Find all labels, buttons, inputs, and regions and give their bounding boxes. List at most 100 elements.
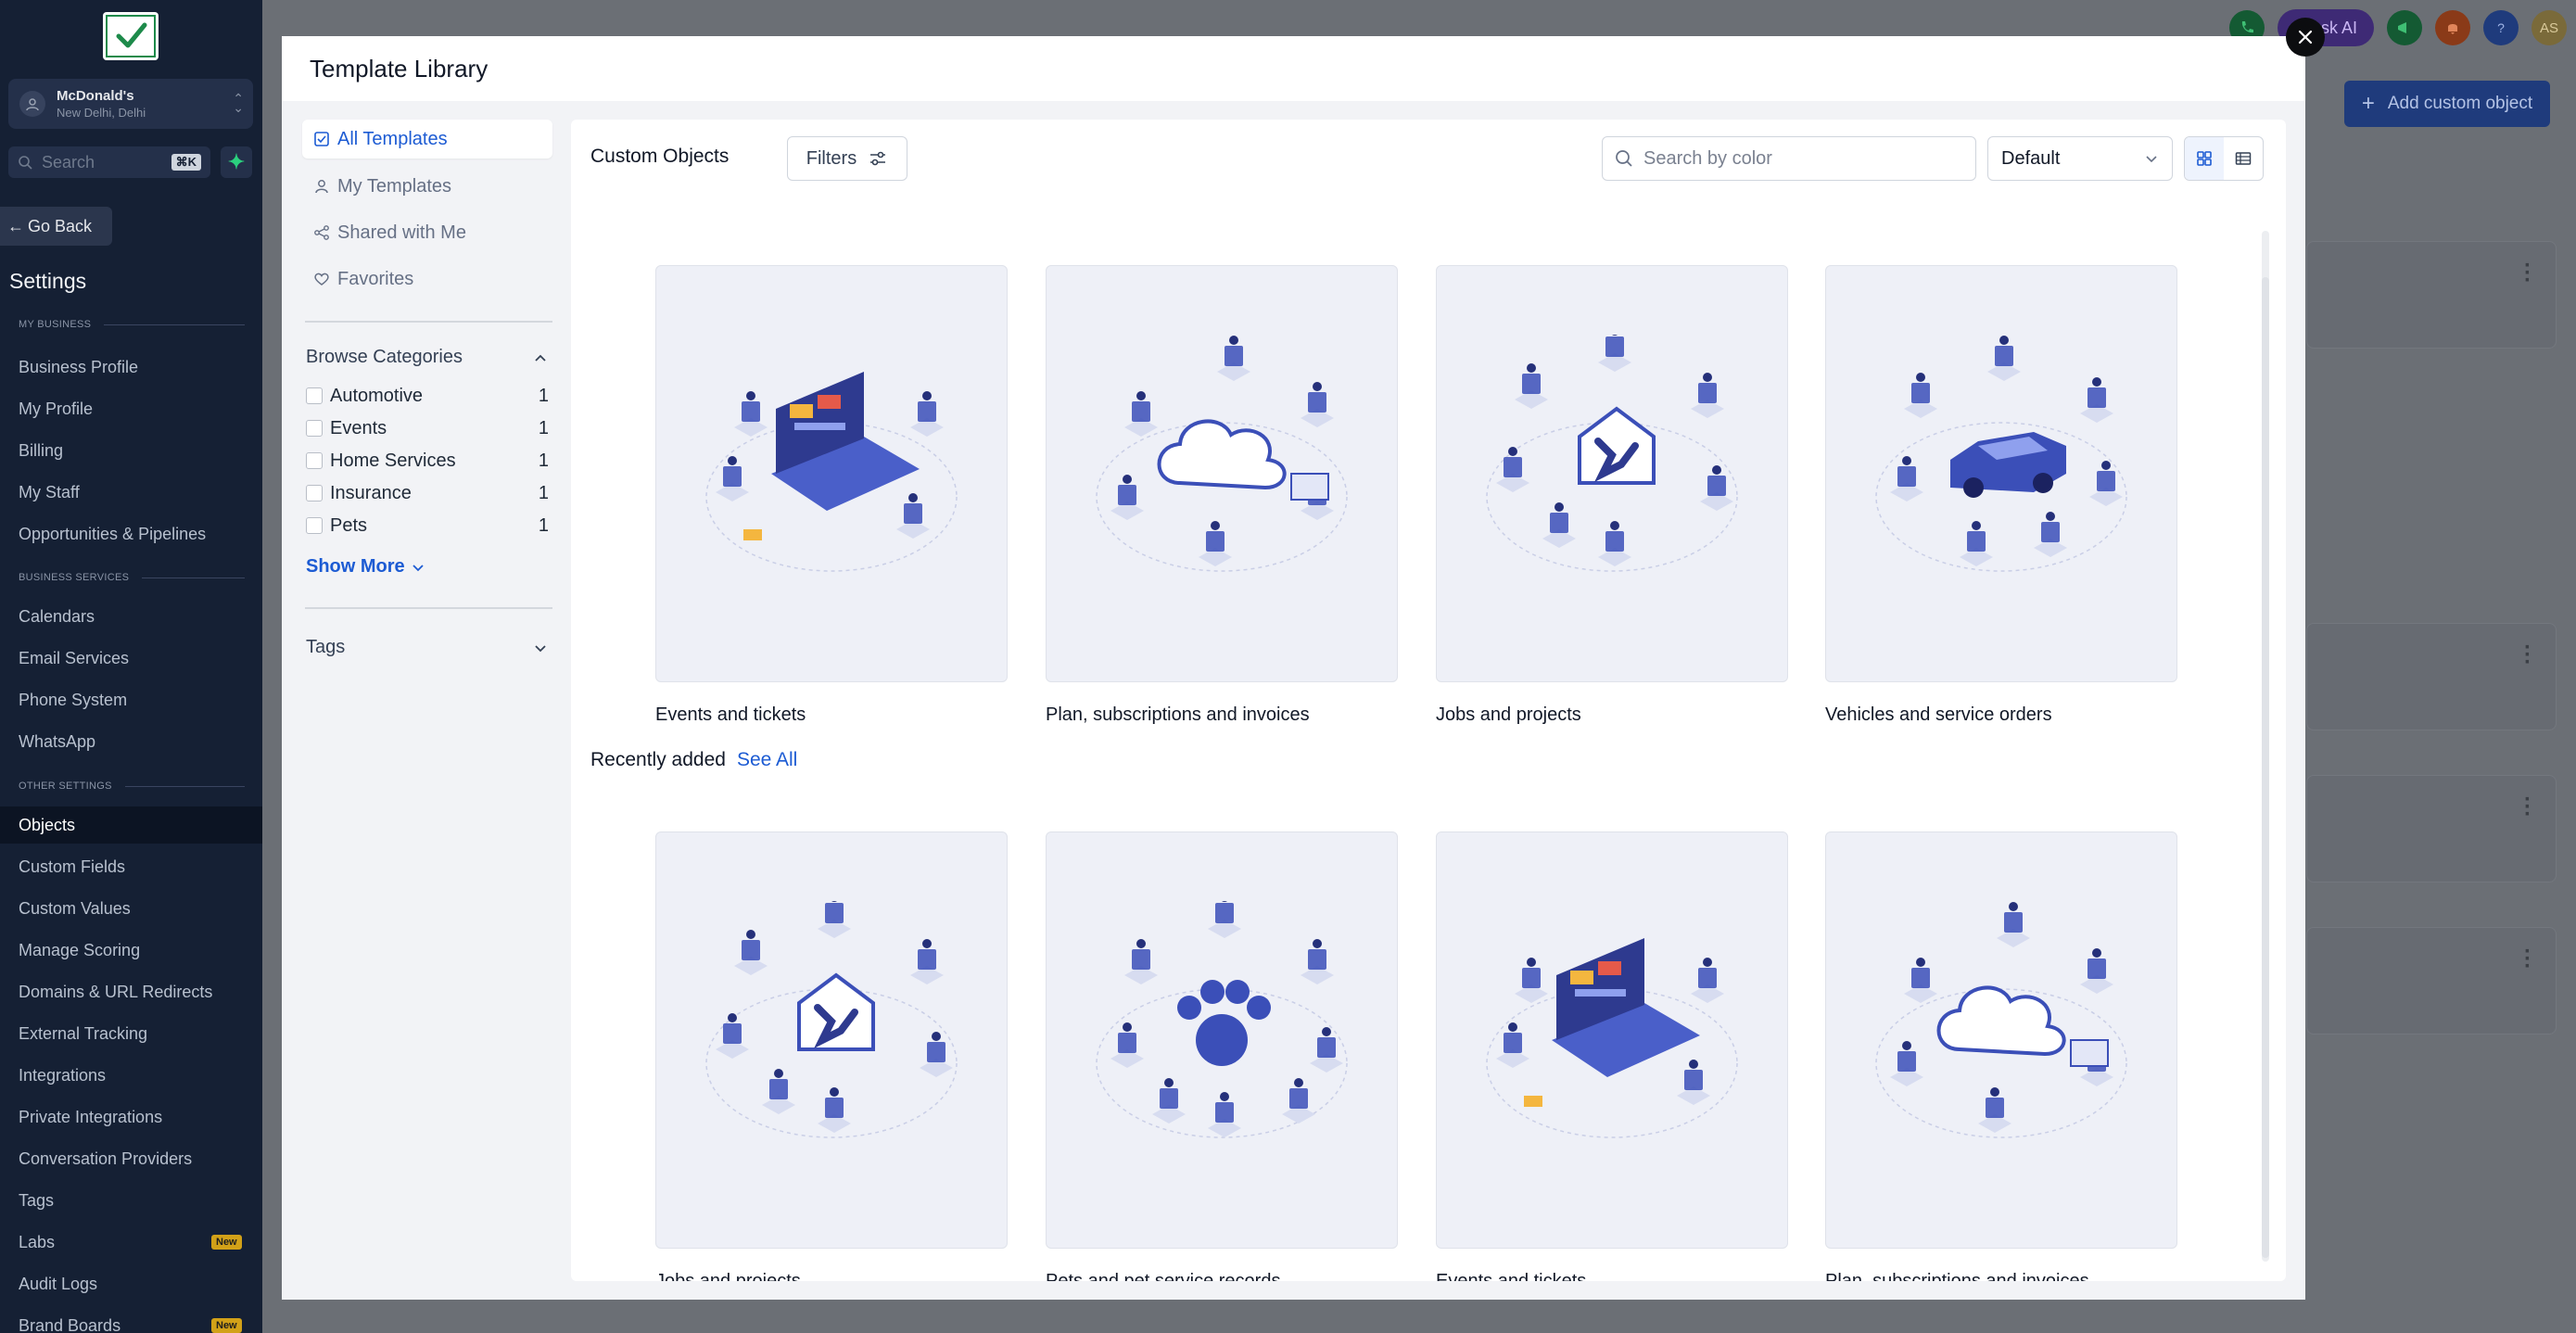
- category-label: Pets: [330, 514, 368, 536]
- sidebar-item-email-services[interactable]: Email Services: [0, 640, 262, 677]
- sidebar-item-external-tracking[interactable]: External Tracking: [0, 1015, 262, 1052]
- sidebar-item-phone-system[interactable]: Phone System: [0, 681, 262, 718]
- show-more-button[interactable]: Show More: [306, 556, 425, 578]
- quick-add-button[interactable]: ✦: [221, 146, 252, 178]
- template-card[interactable]: Pets and pet service records: [1046, 832, 1398, 1281]
- location-switcher[interactable]: McDonald's New Delhi, Delhi ⌃ ⌄: [8, 79, 253, 129]
- category-checkbox[interactable]: [306, 452, 323, 469]
- go-back-button[interactable]: ← Go Back: [0, 207, 112, 246]
- template-name[interactable]: Jobs and projects: [655, 1271, 1008, 1281]
- template-thumbnail[interactable]: [1436, 832, 1788, 1249]
- nav-my-templates[interactable]: My Templates: [302, 167, 552, 206]
- object-card: · · ·: [2306, 241, 2557, 349]
- nav-favorites[interactable]: Favorites: [302, 260, 552, 298]
- template-thumbnail[interactable]: [1825, 265, 2177, 682]
- sidebar-item-integrations[interactable]: Integrations: [0, 1057, 262, 1094]
- nav-shared-with-me[interactable]: Shared with Me: [302, 213, 552, 252]
- sidebar-item-my-staff[interactable]: My Staff: [0, 474, 262, 511]
- bell-icon[interactable]: [2435, 10, 2470, 45]
- app-logo: [103, 12, 159, 60]
- template-card[interactable]: Plan, subscriptions and invoices: [1046, 265, 1398, 726]
- list-view-button[interactable]: [2224, 137, 2263, 180]
- filters-label: Filters: [806, 147, 857, 169]
- template-card[interactable]: Events and tickets: [655, 265, 1008, 726]
- template-name[interactable]: Events and tickets: [655, 705, 1008, 726]
- sidebar-item-private-integrations[interactable]: Private Integrations: [0, 1098, 262, 1136]
- nav-label: All Templates: [337, 128, 448, 149]
- megaphone-icon[interactable]: [2387, 10, 2422, 45]
- template-thumbnail[interactable]: [655, 832, 1008, 1249]
- sidebar-item-whatsapp[interactable]: WhatsApp: [0, 723, 262, 760]
- sidebar-item-labs[interactable]: Labs New: [0, 1224, 262, 1261]
- add-custom-object-button[interactable]: + Add custom object: [2344, 81, 2550, 127]
- template-thumbnail[interactable]: [1825, 832, 2177, 1249]
- help-icon[interactable]: ?: [2483, 10, 2519, 45]
- sidebar-item-domains-url-redirects[interactable]: Domains & URL Redirects: [0, 973, 262, 1010]
- sidebar-item-objects[interactable]: Objects: [0, 806, 262, 844]
- template-name[interactable]: Plan, subscriptions and invoices: [1046, 705, 1398, 726]
- sidebar-item-brand-boards[interactable]: Brand Boards New: [0, 1307, 262, 1333]
- sidebar-item-opportunities-pipelines[interactable]: Opportunities & Pipelines: [0, 515, 262, 552]
- category-checkbox[interactable]: [306, 485, 323, 501]
- category-count: 1: [538, 514, 549, 536]
- template-thumbnail[interactable]: [1046, 832, 1398, 1249]
- template-card[interactable]: Plan, subscriptions and invoices: [1825, 832, 2177, 1281]
- search-shortcut: ⌘K: [171, 154, 201, 171]
- search-icon: [19, 156, 32, 170]
- category-pets[interactable]: Pets 1: [306, 513, 549, 539]
- sidebar-item-billing[interactable]: Billing: [0, 432, 262, 469]
- category-insurance[interactable]: Insurance 1: [306, 480, 549, 506]
- template-thumbnail[interactable]: [1046, 265, 1398, 682]
- sidebar-item-label: Audit Logs: [19, 1274, 98, 1293]
- template-name[interactable]: Jobs and projects: [1436, 705, 1788, 726]
- template-card[interactable]: Jobs and projects: [1436, 265, 1788, 726]
- category-automotive[interactable]: Automotive 1: [306, 383, 549, 409]
- more-icon[interactable]: · · ·: [2524, 789, 2532, 826]
- template-name[interactable]: Events and tickets: [1436, 1271, 1788, 1281]
- sidebar-item-conversation-providers[interactable]: Conversation Providers: [0, 1140, 262, 1177]
- template-thumbnail[interactable]: [655, 265, 1008, 682]
- category-events[interactable]: Events 1: [306, 415, 549, 441]
- template-card[interactable]: Events and tickets: [1436, 832, 1788, 1281]
- template-name[interactable]: Pets and pet service records: [1046, 1271, 1398, 1281]
- category-count: 1: [538, 450, 549, 471]
- more-icon[interactable]: · · ·: [2524, 941, 2532, 978]
- template-card[interactable]: Jobs and projects: [655, 832, 1008, 1281]
- nav-all-templates[interactable]: All Templates: [302, 120, 552, 159]
- house-tools-icon: [705, 901, 958, 1138]
- category-checkbox[interactable]: [306, 420, 323, 437]
- filters-button[interactable]: Filters: [787, 136, 907, 181]
- tags-toggle[interactable]: Tags: [306, 637, 549, 658]
- sort-dropdown[interactable]: Default: [1987, 136, 2173, 181]
- sidebar-item-label: Conversation Providers: [19, 1149, 193, 1168]
- user-avatar[interactable]: AS: [2532, 10, 2567, 45]
- category-checkbox[interactable]: [306, 387, 323, 404]
- template-card[interactable]: Vehicles and service orders: [1825, 265, 2177, 726]
- template-name[interactable]: Vehicles and service orders: [1825, 705, 2177, 726]
- template-thumbnail[interactable]: [1436, 265, 1788, 682]
- template-search[interactable]: [1602, 136, 1976, 181]
- sidebar-item-custom-values[interactable]: Custom Values: [0, 890, 262, 927]
- sidebar-item-custom-fields[interactable]: Custom Fields: [0, 848, 262, 885]
- more-icon[interactable]: · · ·: [2524, 637, 2532, 674]
- see-all-link[interactable]: See All: [737, 749, 797, 771]
- close-modal-button[interactable]: [2286, 18, 2325, 57]
- template-name[interactable]: Plan, subscriptions and invoices: [1825, 1271, 2177, 1281]
- sidebar-section-heading: MY BUSINESS: [19, 319, 245, 330]
- sidebar-search[interactable]: Search ⌘K: [8, 146, 210, 178]
- category-home-services[interactable]: Home Services 1: [306, 448, 549, 474]
- category-checkbox[interactable]: [306, 517, 323, 534]
- grid-view-button[interactable]: [2185, 137, 2224, 180]
- sidebar-item-calendars[interactable]: Calendars: [0, 598, 262, 635]
- search-input[interactable]: [1643, 147, 1959, 170]
- browse-categories-toggle[interactable]: Browse Categories: [306, 347, 549, 368]
- sidebar-item-my-profile[interactable]: My Profile: [0, 390, 262, 427]
- scrollbar-thumb[interactable]: [2262, 277, 2269, 1258]
- sidebar-item-tags[interactable]: Tags: [0, 1182, 262, 1219]
- sidebar-item-label: Custom Values: [19, 898, 131, 918]
- sidebar-item-audit-logs[interactable]: Audit Logs: [0, 1265, 262, 1302]
- sidebar-item-business-profile[interactable]: Business Profile: [0, 349, 262, 386]
- more-icon[interactable]: · · ·: [2524, 255, 2532, 292]
- sidebar-item-label: Opportunities & Pipelines: [19, 524, 207, 543]
- sidebar-item-manage-scoring[interactable]: Manage Scoring: [0, 932, 262, 969]
